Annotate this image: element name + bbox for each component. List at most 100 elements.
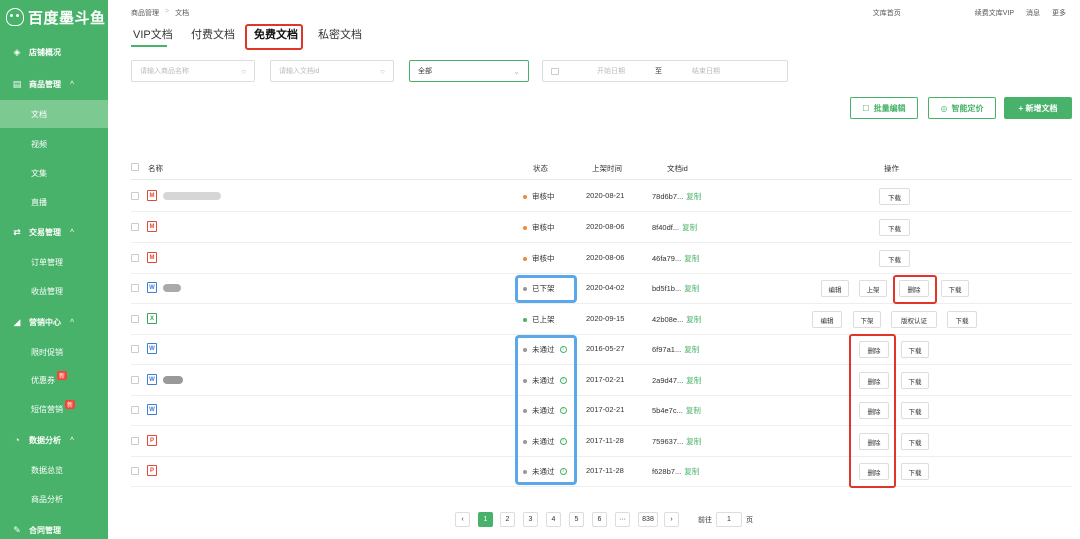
page-ellipsis[interactable]: ··· <box>615 512 630 527</box>
row-checkbox[interactable] <box>131 284 139 292</box>
copy-link[interactable]: 复制 <box>686 192 701 201</box>
unpublish-button[interactable]: 下架 <box>853 311 881 328</box>
download-button[interactable]: 下载 <box>941 280 969 297</box>
status-select[interactable]: 全部 ⌄ <box>409 60 529 82</box>
download-button[interactable]: 下载 <box>901 402 929 419</box>
sidebar-group-trade-management[interactable]: ⇄ 交易管理 ^ <box>0 218 108 246</box>
tab-private-docs[interactable]: 私密文档 <box>316 24 364 46</box>
sidebar-item-data-overview[interactable]: 数据总览 <box>0 456 108 484</box>
row-checkbox[interactable] <box>131 315 139 323</box>
row-checkbox[interactable] <box>131 376 139 384</box>
doc-id-cell: 8f40df... 复制 <box>652 222 697 233</box>
sidebar-item-collection[interactable]: 文集 <box>0 159 108 187</box>
row-checkbox[interactable] <box>131 467 139 475</box>
sidebar-item-label: 文集 <box>31 168 47 178</box>
tab-paid-docs[interactable]: 付费文档 <box>189 24 237 46</box>
page-button[interactable]: 6 <box>592 512 607 527</box>
goto-page-input[interactable]: 1 <box>716 512 742 527</box>
page-button[interactable]: 2 <box>500 512 515 527</box>
sidebar-group-contract-management[interactable]: ✎ 合同管理 <box>0 516 108 539</box>
logo[interactable]: 百度墨斗鱼 <box>6 6 106 28</box>
sidebar-item-orders[interactable]: 订单管理 <box>0 248 108 276</box>
page-button[interactable]: 838 <box>638 512 658 527</box>
doc-id-text: 2a9d47... <box>652 376 684 385</box>
row-checkbox[interactable] <box>131 345 139 353</box>
table-row: W 未通过 i 2016-05-27 6f97a1... 复制 删除 下载 <box>131 334 1072 365</box>
sidebar-group-data-analysis[interactable]: ◔ 数据分析 ^ <box>0 426 108 454</box>
sidebar-item-coupons[interactable]: 优惠券新 <box>0 366 108 394</box>
smart-price-button[interactable]: ◎ 智能定价 <box>928 97 996 119</box>
sidebar-item-product-analysis[interactable]: 商品分析 <box>0 485 108 513</box>
download-button[interactable]: 下载 <box>901 341 929 358</box>
redacted-doc-name[interactable] <box>163 376 183 384</box>
sidebar-item-document[interactable]: 文档 <box>0 100 108 128</box>
sidebar-group-label: 数据分析 <box>29 435 61 445</box>
status-cell: 审核中 <box>523 191 555 202</box>
row-checkbox[interactable] <box>131 437 139 445</box>
end-date-placeholder[interactable]: 结束日期 <box>692 66 720 76</box>
breadcrumb-parent[interactable]: 商品管理 <box>131 8 159 18</box>
row-checkbox[interactable] <box>131 223 139 231</box>
redacted-doc-name[interactable] <box>163 284 181 292</box>
next-page-button[interactable]: › <box>664 512 679 527</box>
download-button[interactable]: 下载 <box>879 188 910 205</box>
edit-button[interactable]: 编辑 <box>812 311 842 328</box>
publish-button[interactable]: 上架 <box>859 280 887 297</box>
more-link[interactable]: 更多 <box>1052 8 1066 18</box>
copy-link[interactable]: 复制 <box>682 223 697 232</box>
start-date-placeholder[interactable]: 开始日期 <box>597 66 625 76</box>
row-checkbox[interactable] <box>131 192 139 200</box>
page-button[interactable]: 1 <box>478 512 493 527</box>
library-home-link[interactable]: 文库首页 <box>873 8 901 18</box>
row-checkbox[interactable] <box>131 254 139 262</box>
edit-button[interactable]: 编辑 <box>821 280 849 297</box>
download-button[interactable]: 下载 <box>901 372 929 389</box>
sidebar-item-label: 短信营销 <box>31 404 63 414</box>
sidebar-group-shop-overview[interactable]: ◈ 店铺概况 <box>0 38 108 66</box>
sidebar-item-label: 视频 <box>31 139 47 149</box>
row-checkbox[interactable] <box>131 406 139 414</box>
prev-page-button[interactable]: ‹ <box>455 512 470 527</box>
add-document-button[interactable]: + 新增文档 <box>1004 97 1072 119</box>
table-row: M 审核中 2020-08-06 8f40df... 复制 下载 <box>131 212 1072 243</box>
copy-link[interactable]: 复制 <box>684 467 699 476</box>
copy-link[interactable]: 复制 <box>686 315 701 324</box>
copy-link[interactable]: 复制 <box>686 406 701 415</box>
copy-link[interactable]: 复制 <box>684 284 699 293</box>
product-name-input[interactable]: 请输入商品名称 ○ <box>131 60 255 82</box>
sidebar-item-revenue[interactable]: 收益管理 <box>0 277 108 305</box>
copy-link[interactable]: 复制 <box>684 254 699 263</box>
page-button[interactable]: 3 <box>523 512 538 527</box>
doc-id-cell: 759637... 复制 <box>652 436 701 447</box>
edit-icon: ☐ <box>862 103 870 113</box>
sidebar-item-sms-marketing[interactable]: 短信营销新 <box>0 395 108 423</box>
highlight-status-offline <box>515 275 577 303</box>
sidebar-item-flash-sale[interactable]: 限时促销 <box>0 338 108 366</box>
redacted-doc-name[interactable] <box>163 192 221 200</box>
sidebar-group-product-management[interactable]: ▤ 商品管理 ^ <box>0 70 108 98</box>
copy-link[interactable]: 复制 <box>686 376 701 385</box>
select-all-checkbox[interactable] <box>131 163 139 171</box>
download-button[interactable]: 下载 <box>879 219 910 236</box>
download-button[interactable]: 下载 <box>901 463 929 480</box>
sidebar-item-live[interactable]: 直播 <box>0 188 108 216</box>
date-range-picker[interactable]: 开始日期 至 结束日期 <box>542 60 788 82</box>
sidebar-group-marketing[interactable]: ◢ 营销中心 ^ <box>0 308 108 336</box>
chevron-up-icon: ^ <box>70 228 75 236</box>
page-button[interactable]: 4 <box>546 512 561 527</box>
doc-id-input[interactable]: 请输入文档id ○ <box>270 60 394 82</box>
page-button[interactable]: 5 <box>569 512 584 527</box>
copy-link[interactable]: 复制 <box>684 345 699 354</box>
download-button[interactable]: 下载 <box>901 433 929 450</box>
batch-edit-button[interactable]: ☐ 批量编辑 <box>850 97 918 119</box>
copy-link[interactable]: 复制 <box>686 437 701 446</box>
sidebar-item-video[interactable]: 视频 <box>0 130 108 158</box>
download-button[interactable]: 下载 <box>947 311 977 328</box>
renew-vip-link[interactable]: 续费文库VIP <box>975 8 1014 18</box>
download-button[interactable]: 下载 <box>879 250 910 267</box>
tab-vip-docs[interactable]: VIP文档 <box>131 24 175 46</box>
messages-link[interactable]: 消息 <box>1026 8 1040 18</box>
pdf-file-icon: P <box>147 465 157 476</box>
search-icon: ○ <box>241 66 246 76</box>
copyright-cert-button[interactable]: 版权认证 <box>891 311 937 328</box>
